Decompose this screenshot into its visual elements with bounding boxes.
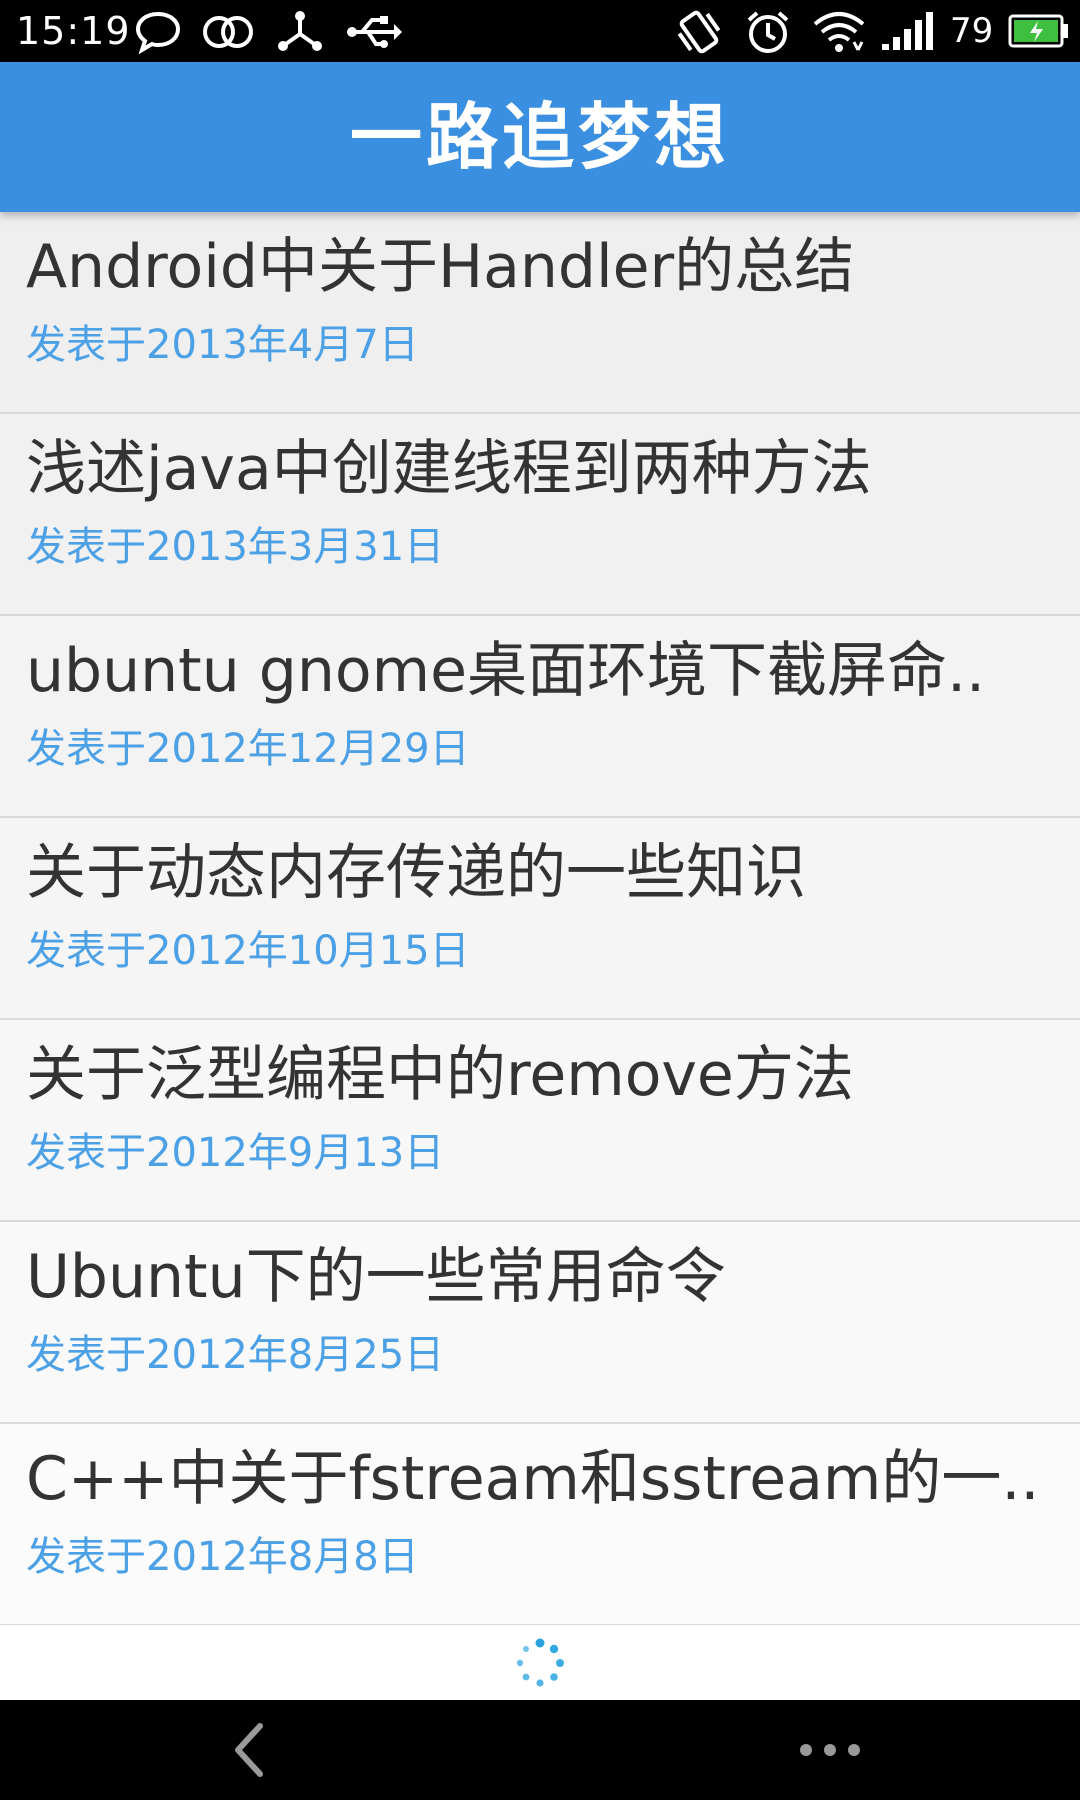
list-item[interactable]: Android中关于Handler的总结 发表于2013年4月7日 bbox=[0, 212, 1080, 414]
article-list[interactable]: Android中关于Handler的总结 发表于2013年4月7日 浅述java… bbox=[0, 212, 1080, 1626]
list-item[interactable]: Ubuntu下的一些常用命令 发表于2012年8月25日 bbox=[0, 1222, 1080, 1424]
wifi-icon bbox=[813, 12, 865, 52]
status-bar: 15:19 79 bbox=[0, 0, 1080, 62]
post-date: 发表于2013年3月31日 bbox=[26, 524, 445, 570]
post-title: Android中关于Handler的总结 bbox=[26, 232, 855, 302]
post-date: 发表于2012年9月13日 bbox=[26, 1130, 445, 1176]
app-bar: 一路追梦想 bbox=[0, 62, 1080, 212]
post-title: 关于动态内存传递的一些知识 bbox=[26, 838, 806, 908]
screen: 15:19 79 一路追梦想 Android中关于Handler的总结 发表于2… bbox=[0, 0, 1080, 1800]
vibrate-icon bbox=[677, 10, 721, 54]
list-item[interactable]: C++中关于fstream和sstream的一.. 发表于2012年8月8日 bbox=[0, 1424, 1080, 1626]
list-item[interactable]: 关于动态内存传递的一些知识 发表于2012年10月15日 bbox=[0, 818, 1080, 1020]
post-date: 发表于2013年4月7日 bbox=[26, 322, 419, 368]
share-node-icon bbox=[278, 11, 322, 51]
status-time: 15:19 bbox=[16, 9, 131, 53]
list-item[interactable]: 关于泛型编程中的remove方法 发表于2012年9月13日 bbox=[0, 1020, 1080, 1222]
post-date: 发表于2012年8月25日 bbox=[26, 1332, 445, 1378]
signal-icon bbox=[882, 12, 933, 50]
post-title: ubuntu gnome桌面环境下截屏命.. bbox=[26, 636, 986, 706]
post-title: 浅述java中创建线程到两种方法 bbox=[26, 434, 872, 504]
navigation-bar bbox=[0, 1700, 1080, 1800]
post-date: 发表于2012年10月15日 bbox=[26, 928, 470, 974]
list-item[interactable]: ubuntu gnome桌面环境下截屏命.. 发表于2012年12月29日 bbox=[0, 616, 1080, 818]
loading-spinner-icon bbox=[516, 1638, 564, 1687]
more-dots-icon[interactable] bbox=[790, 1720, 870, 1780]
list-item[interactable]: 浅述java中创建线程到两种方法 发表于2013年3月31日 bbox=[0, 414, 1080, 616]
back-chevron-icon[interactable] bbox=[222, 1720, 282, 1780]
post-date: 发表于2012年12月29日 bbox=[26, 726, 470, 772]
chat-bubble-icon bbox=[135, 11, 181, 54]
alarm-icon bbox=[747, 11, 789, 53]
post-title: C++中关于fstream和sstream的一.. bbox=[26, 1444, 1040, 1514]
app-title: 一路追梦想 bbox=[349, 95, 730, 179]
post-title: Ubuntu下的一些常用命令 bbox=[26, 1242, 726, 1312]
post-title: 关于泛型编程中的remove方法 bbox=[26, 1040, 854, 1110]
battery-level: 79 bbox=[950, 11, 994, 51]
battery-charging-icon bbox=[1008, 14, 1068, 48]
post-date: 发表于2012年8月8日 bbox=[26, 1534, 419, 1580]
infinity-loop-icon bbox=[203, 16, 253, 48]
usb-icon bbox=[347, 16, 402, 48]
loading-footer bbox=[0, 1625, 1080, 1700]
